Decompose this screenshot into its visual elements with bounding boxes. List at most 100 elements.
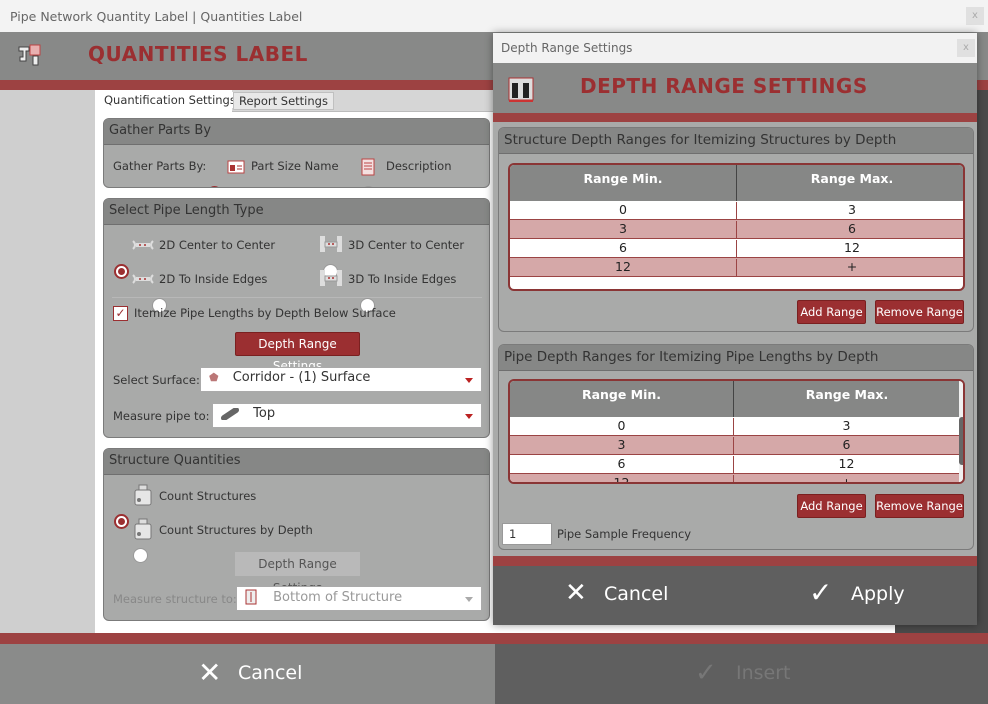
chevron-down-icon [465,414,473,419]
surface-dropdown[interactable]: ⬟ Corridor - (1) Surface [200,367,482,392]
select-surface-label: Select Surface: [113,373,200,387]
structure-depth-header: Structure Depth Ranges for Itemizing Str… [499,128,973,154]
insert-label: Insert [736,662,791,684]
id-card-icon [227,160,245,174]
range-min-cell[interactable]: 6 [510,456,734,474]
close-x-icon: ✕ [565,578,587,608]
measure-structure-dropdown[interactable]: Bottom of Structure [236,586,482,611]
apply-label: Apply [851,583,905,605]
table-row[interactable]: 6 12 [510,239,963,258]
option-2d-center-label: 2D Center to Center [159,238,276,252]
table-row[interactable]: 03 [510,417,959,436]
table-row[interactable]: 36 [510,220,963,239]
structure-depth-table: Range Min. Range Max. 0 3 3 6 6 12 12 + [508,163,965,291]
scrollbar-thumb[interactable] [959,417,963,465]
dialog-cancel-label: Cancel [604,583,669,605]
window-title-bar: Pipe Network Quantity Label | Quantities… [0,0,988,32]
measure-pipe-dropdown[interactable]: Top [212,403,482,428]
gather-parts-group: Gather Parts By Gather Parts By: Part Si… [103,118,490,188]
window-close-button[interactable]: x [966,7,984,25]
insert-button[interactable]: ✓ Insert [495,644,988,704]
measure-structure-label: Measure structure to: [113,592,237,606]
table-row[interactable]: 03 [510,201,963,220]
option-2d-inside-label: 2D To Inside Edges [159,272,268,286]
pipe-sample-frequency-input[interactable]: 1 [502,523,552,545]
range-max-cell[interactable]: + [737,259,963,277]
tab-quantification-settings[interactable]: Quantification Settings [100,92,240,108]
table-row[interactable]: 12 + [510,258,963,277]
pipe-3d-inside-icon [320,270,342,286]
pipe-cylinder-icon [221,407,239,420]
pipe-length-group: Select Pipe Length Type 2D Center to Cen… [103,198,490,438]
range-max-cell[interactable]: 6 [737,221,963,239]
pipe-table-scrollbar[interactable] [959,381,963,482]
table-row[interactable]: 36 [510,436,959,455]
count-structures-by-depth-label: Count Structures by Depth [159,523,313,537]
pipe-add-range-button[interactable]: Add Range [797,494,866,518]
column-header-range-max: Range Max. [737,165,963,201]
pipe-2d-inside-icon [132,274,154,284]
structure-header: Structure Quantities [104,449,489,475]
range-max-cell[interactable]: 12 [737,240,963,258]
footer-divider [0,633,988,644]
left-margin [0,90,95,633]
dialog-close-button[interactable]: x [957,39,975,57]
radio-count-structures[interactable] [114,514,129,529]
count-structures-label: Count Structures [159,489,257,503]
pipe-depth-group: Pipe Depth Ranges for Itemizing Pipe Len… [498,344,974,550]
measure-pipe-value: Top [253,406,276,421]
document-icon [361,158,375,176]
itemize-checkbox[interactable]: ✓ [113,306,128,321]
structure-depth-group: Structure Depth Ranges for Itemizing Str… [498,127,974,332]
range-min-cell[interactable]: 6 [510,240,737,258]
structure-remove-range-button[interactable]: Remove Range [875,300,964,324]
pipe-3d-icon [320,236,342,252]
radio-part-size-name[interactable] [207,186,222,187]
radio-2d-center[interactable] [114,264,129,279]
cancel-button[interactable]: ✕ Cancel [0,644,495,704]
itemize-label: Itemize Pipe Lengths by Depth Below Surf… [134,306,396,320]
table-row[interactable]: 6 12 [510,455,959,474]
option-3d-inside-label: 3D To Inside Edges [348,272,457,286]
range-max-cell[interactable]: 12 [734,456,959,474]
gather-parts-header: Gather Parts By [104,119,489,145]
gather-parts-label: Gather Parts By: [113,159,207,173]
range-min-cell[interactable]: 12 [510,475,734,482]
chevron-down-icon [465,597,473,602]
structure-icon [134,518,152,540]
dialog-cancel-button[interactable]: ✕ Cancel [493,566,735,625]
chevron-down-icon [465,378,473,383]
pipe-depth-range-settings-button[interactable]: Depth Range Settings [235,332,360,373]
range-max-cell[interactable]: 3 [734,418,959,436]
pipe-sample-frequency-label: Pipe Sample Frequency [557,527,692,541]
structure-add-range-button[interactable]: Add Range [797,300,866,324]
radio-count-structures-by-depth[interactable] [132,548,148,563]
dialog-heading: DEPTH RANGE SETTINGS [580,74,868,98]
tab-report-settings[interactable]: Report Settings [233,92,334,110]
dialog-header-divider [493,113,977,122]
range-min-cell[interactable]: 12 [510,259,737,277]
radio-description[interactable] [360,186,376,187]
surface-value: Corridor - (1) Surface [232,370,371,385]
dialog-title: Depth Range Settings [501,41,633,55]
divider [112,297,482,298]
range-min-cell[interactable]: 0 [510,418,734,436]
main-heading: QUANTITIES LABEL [88,42,308,66]
range-min-cell[interactable]: 3 [510,437,734,455]
structure-group: Structure Quantities Count Structures Co… [103,448,490,621]
range-min-cell[interactable]: 3 [510,221,737,239]
pipe-length-header: Select Pipe Length Type [104,199,489,225]
cancel-label: Cancel [238,662,303,684]
dialog-title-bar: Depth Range Settings [493,33,977,63]
option-3d-center-label: 3D Center to Center [348,238,465,252]
pipe-remove-range-button[interactable]: Remove Range [875,494,964,518]
apply-button[interactable]: ✓ Apply [735,566,977,625]
range-max-cell[interactable]: 3 [737,202,963,220]
range-max-cell[interactable]: 6 [734,437,959,455]
table-row[interactable]: 12 + [510,474,959,482]
structure-depth-range-settings-button[interactable]: Depth Range Settings [235,552,360,595]
dialog-footer-divider [493,556,977,566]
range-min-cell[interactable]: 0 [510,202,737,220]
close-x-icon: ✕ [198,656,222,689]
range-max-cell[interactable]: + [734,475,959,482]
